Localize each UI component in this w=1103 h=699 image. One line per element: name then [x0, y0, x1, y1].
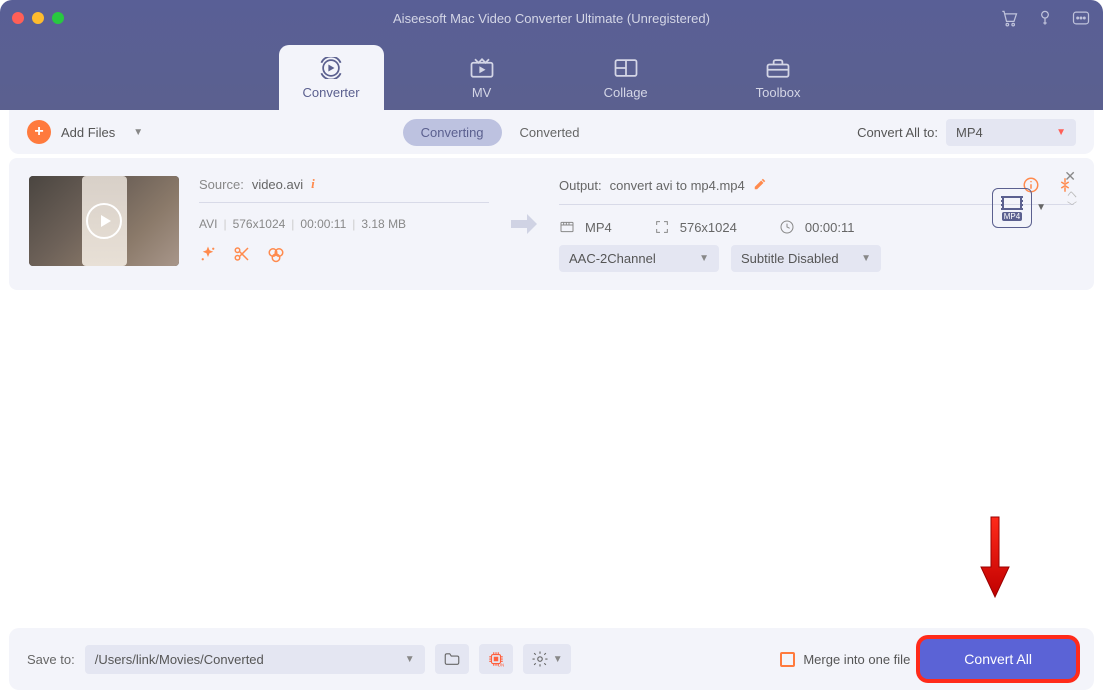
resolution-icon	[654, 219, 670, 235]
status-segmented: Converting Converted	[403, 119, 598, 146]
save-to-label: Save to:	[27, 652, 75, 667]
header: Aiseesoft Mac Video Converter Ultimate (…	[0, 0, 1103, 110]
open-folder-button[interactable]	[435, 644, 469, 674]
chevron-down-icon[interactable]: ▼	[1036, 202, 1046, 213]
chevron-down-icon: ▼	[699, 253, 709, 264]
effects-icon[interactable]	[267, 245, 285, 263]
convert-all-to-value: MP4	[956, 125, 983, 140]
convert-all-to-label: Convert All to:	[857, 125, 938, 140]
add-files-label: Add Files	[61, 125, 115, 140]
settings-button[interactable]: ▼	[523, 644, 571, 674]
convert-all-label: Convert All	[964, 651, 1032, 667]
duration-icon	[779, 219, 795, 235]
video-thumbnail[interactable]	[29, 176, 179, 266]
key-icon[interactable]	[1035, 8, 1055, 28]
out-duration: 00:00:11	[805, 220, 855, 235]
out-format: MP4	[585, 220, 612, 235]
window-controls	[12, 12, 64, 24]
chevron-down-icon: ▼	[553, 654, 563, 665]
output-format-button[interactable]: MP4	[992, 188, 1032, 228]
cart-icon[interactable]	[999, 8, 1019, 28]
divider	[199, 202, 489, 203]
window-title: Aiseesoft Mac Video Converter Ultimate (…	[0, 11, 1103, 26]
audio-track-value: AAC-2Channel	[569, 251, 656, 266]
main-tabs: Converter MV Collage Toolbox	[0, 45, 1103, 110]
compress-icon[interactable]	[1056, 176, 1074, 194]
convert-all-to: Convert All to: MP4 ▼	[857, 119, 1076, 146]
meta-codec: AVI	[199, 217, 217, 231]
source-filename: video.avi	[252, 177, 303, 192]
add-files-button[interactable]: + Add Files ▼	[27, 120, 143, 144]
film-icon	[1002, 196, 1022, 210]
subtitle-value: Subtitle Disabled	[741, 251, 839, 266]
out-resolution: 576x1024	[680, 220, 737, 235]
content-area: ✕ ヘ ﹀ Source: video.avi i AVI| 576x1024|…	[0, 154, 1103, 628]
tab-mv[interactable]: MV	[444, 45, 520, 110]
source-label: Source:	[199, 177, 244, 192]
segment-converting[interactable]: Converting	[403, 119, 502, 146]
mv-icon	[468, 57, 496, 79]
play-icon	[86, 203, 122, 239]
converter-icon	[317, 57, 345, 79]
subtitle-select[interactable]: Subtitle Disabled ▼	[731, 245, 881, 272]
app-window: Aiseesoft Mac Video Converter Ultimate (…	[0, 0, 1103, 699]
chip-icon: ON	[487, 650, 505, 668]
output-selects: AAC-2Channel ▼ Subtitle Disabled ▼	[559, 245, 1074, 272]
gear-icon	[531, 650, 549, 668]
media-item-row: ✕ ヘ ﹀ Source: video.avi i AVI| 576x1024|…	[9, 158, 1094, 290]
save-path-value: /Users/link/Movies/Converted	[95, 652, 264, 667]
footer: Save to: /Users/link/Movies/Converted ▼ …	[9, 628, 1094, 690]
output-label: Output:	[559, 178, 602, 193]
convert-all-button[interactable]: Convert All	[920, 639, 1076, 679]
tab-toolbox[interactable]: Toolbox	[732, 45, 825, 110]
move-down-button[interactable]: ﹀	[1067, 198, 1077, 213]
collage-icon	[612, 57, 640, 79]
gpu-accel-button[interactable]: ON	[479, 644, 513, 674]
arrow-icon	[509, 176, 539, 272]
output-filename: convert avi to mp4.mp4	[610, 178, 745, 193]
source-meta: AVI| 576x1024| 00:00:11| 3.18 MB	[199, 217, 489, 231]
info-icon[interactable]: i	[311, 176, 315, 192]
video-format-icon	[559, 219, 575, 235]
trim-icon[interactable]	[233, 245, 251, 263]
close-window-button[interactable]	[12, 12, 24, 24]
format-badge: MP4	[1002, 212, 1022, 221]
merge-label: Merge into one file	[803, 652, 910, 667]
plus-icon: +	[27, 120, 51, 144]
merge-checkbox[interactable]	[780, 652, 795, 667]
maximize-window-button[interactable]	[52, 12, 64, 24]
enhance-icon[interactable]	[199, 245, 217, 263]
tab-toolbox-label: Toolbox	[756, 85, 801, 100]
svg-text:ON: ON	[497, 663, 504, 668]
meta-duration: 00:00:11	[300, 217, 346, 231]
chevron-down-icon: ▼	[861, 253, 871, 264]
tab-converter[interactable]: Converter	[279, 45, 384, 110]
chevron-down-icon: ▼	[405, 654, 415, 665]
rename-icon[interactable]	[753, 177, 767, 194]
minimize-window-button[interactable]	[32, 12, 44, 24]
source-column: Source: video.avi i AVI| 576x1024| 00:00…	[199, 176, 489, 272]
tab-converter-label: Converter	[303, 85, 360, 100]
save-path-select[interactable]: /Users/link/Movies/Converted ▼	[85, 645, 425, 674]
tab-mv-label: MV	[472, 85, 492, 100]
folder-icon	[443, 650, 461, 668]
meta-size: 3.18 MB	[361, 217, 406, 231]
chevron-down-icon[interactable]: ▼	[133, 127, 143, 138]
header-actions	[999, 8, 1091, 28]
toolbox-icon	[764, 57, 792, 79]
meta-resolution: 576x1024	[233, 217, 286, 231]
toolbar: + Add Files ▼ Converting Converted Conve…	[9, 110, 1094, 154]
merge-checkbox-group: Merge into one file	[780, 652, 910, 667]
edit-tools	[199, 245, 489, 263]
menu-icon[interactable]	[1071, 8, 1091, 28]
titlebar: Aiseesoft Mac Video Converter Ultimate (…	[0, 0, 1103, 36]
segment-converted[interactable]: Converted	[502, 119, 598, 146]
audio-track-select[interactable]: AAC-2Channel ▼	[559, 245, 719, 272]
chevron-down-icon: ▼	[1056, 127, 1066, 138]
tab-collage-label: Collage	[604, 85, 648, 100]
tab-collage[interactable]: Collage	[580, 45, 672, 110]
convert-all-to-select[interactable]: MP4 ▼	[946, 119, 1076, 146]
